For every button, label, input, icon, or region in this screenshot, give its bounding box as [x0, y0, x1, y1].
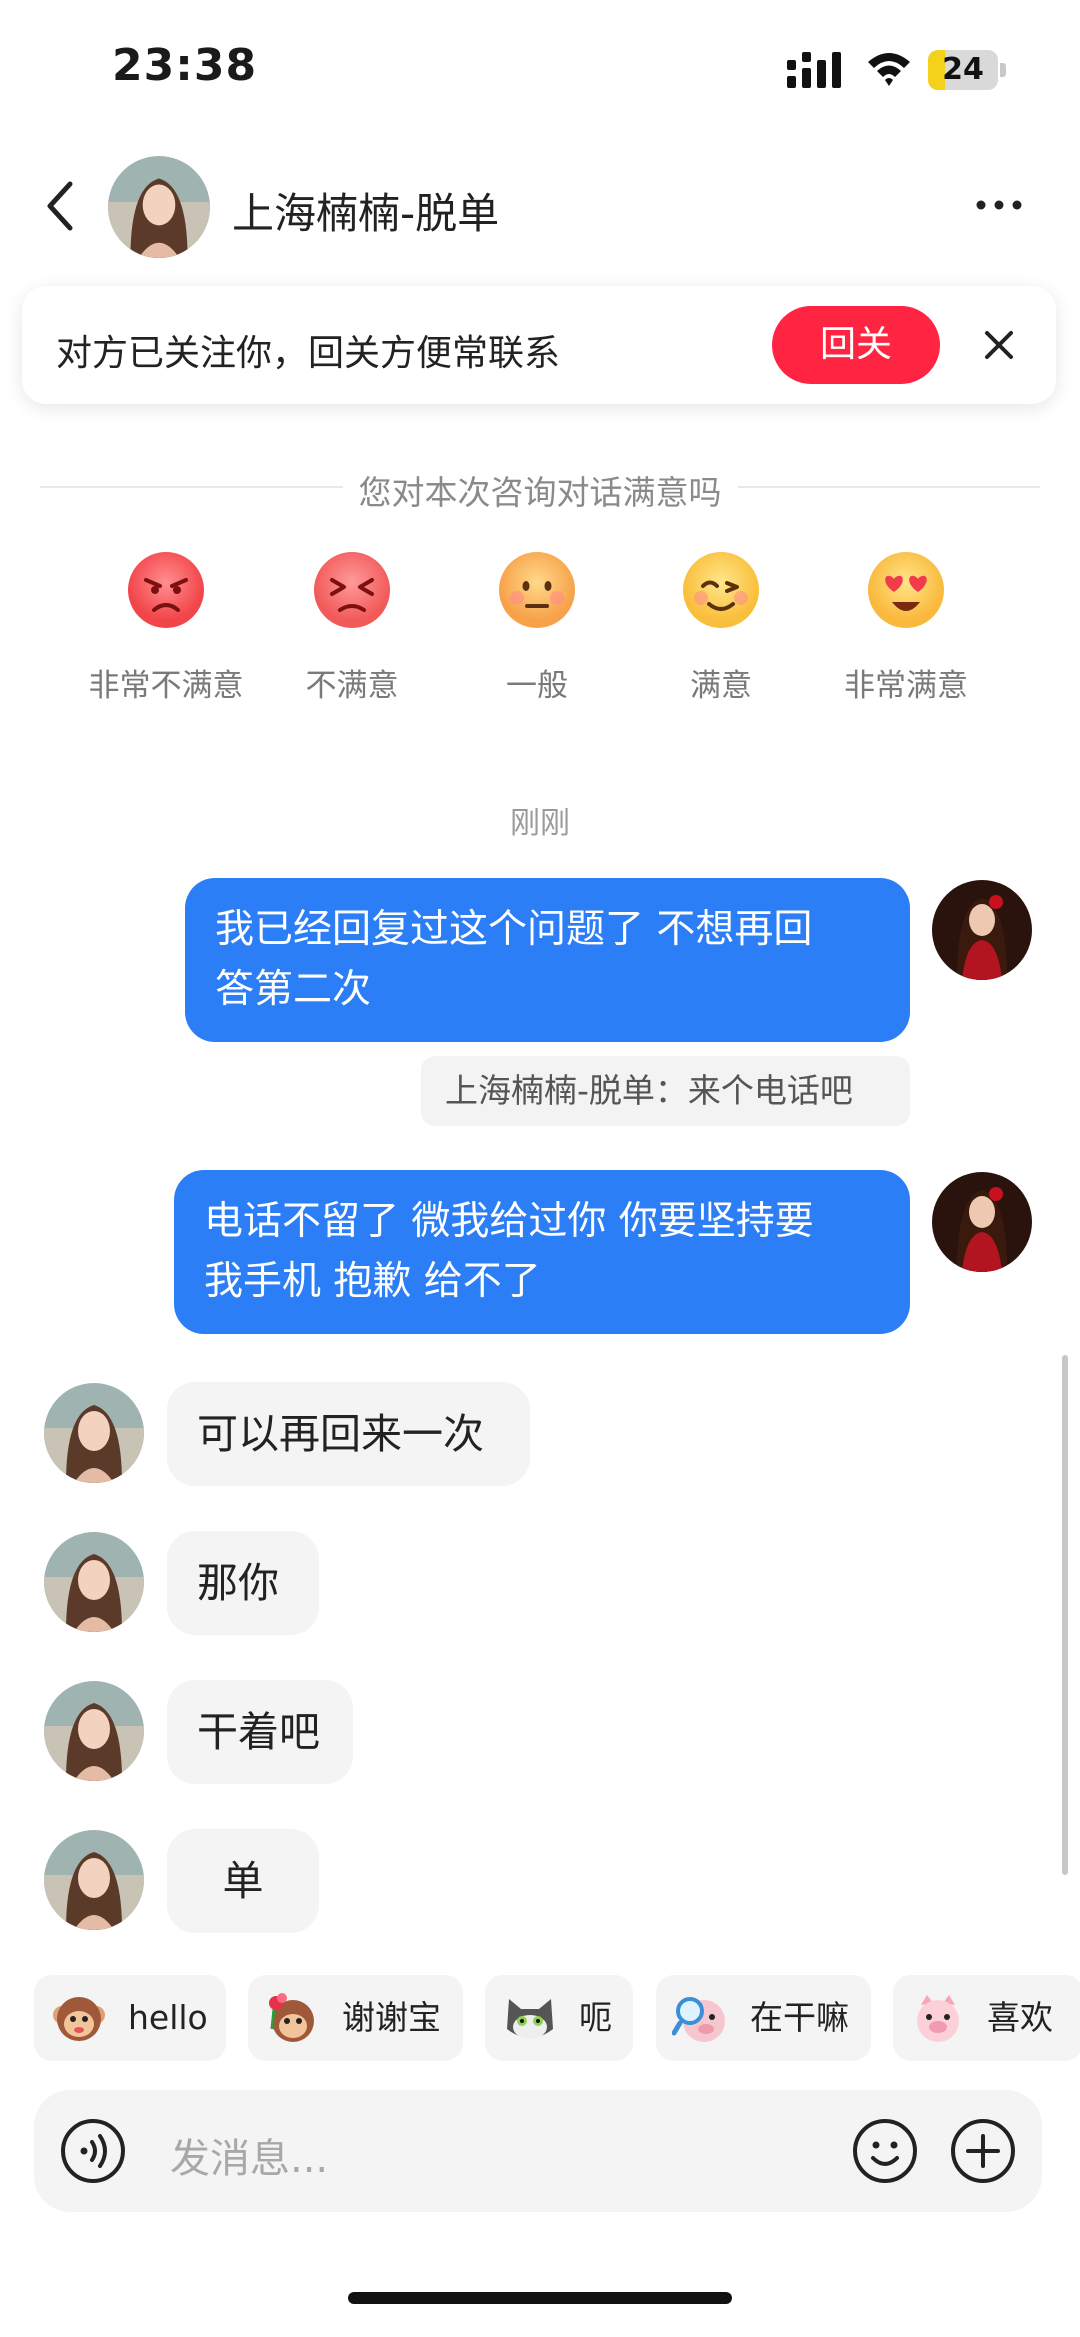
monkey-hello-icon: [53, 1997, 105, 2041]
message-input[interactable]: 发消息...: [170, 2126, 328, 2184]
emoji-icon[interactable]: [852, 2118, 918, 2184]
rating-label: 非常满意: [844, 668, 968, 704]
battery-level: 24: [942, 52, 984, 87]
rating-label: 一般: [506, 668, 568, 704]
close-icon[interactable]: [978, 324, 1020, 366]
sticker-label: hello: [128, 1998, 208, 2037]
message-line: 我手机 抱歉 给不了: [204, 1259, 541, 1304]
contact-avatar[interactable]: [44, 1830, 144, 1930]
contact-avatar[interactable]: [44, 1383, 144, 1483]
magnifier-pig-icon: [672, 1997, 725, 2042]
scrollbar[interactable]: [1062, 1355, 1068, 1875]
message-input-bar: 发消息...: [34, 2090, 1042, 2212]
very-angry-face-icon: [128, 552, 204, 628]
sticker-label: 呃: [579, 1998, 612, 2037]
outgoing-message[interactable]: 电话不留了 微我给过你 你要坚持要 我手机 抱歉 给不了: [174, 1170, 910, 1334]
sticker-label: 在干嘛: [750, 1998, 849, 2037]
message-line: 答第二次: [215, 967, 372, 1012]
incoming-message[interactable]: 那你: [167, 1531, 319, 1635]
sticker-chip-what-doing[interactable]: 在干嘛: [656, 1975, 871, 2061]
message-timestamp: 刚刚: [510, 806, 570, 841]
sticker-chip-like[interactable]: 喜欢: [893, 1975, 1080, 2061]
chevron-left-icon[interactable]: [40, 178, 80, 234]
rating-satisfied[interactable]: 满意: [621, 550, 821, 705]
monkey-flower-icon: [269, 1993, 314, 2042]
my-avatar[interactable]: [932, 880, 1032, 980]
incoming-message[interactable]: 单: [167, 1829, 319, 1933]
home-indicator[interactable]: [348, 2292, 732, 2304]
annoyed-face-icon: [314, 552, 390, 628]
pig-icon: [917, 1995, 959, 2042]
smile-face-icon: [683, 552, 759, 628]
sticker-chip-hello[interactable]: hello: [34, 1975, 226, 2061]
incoming-message[interactable]: 可以再回来一次: [167, 1382, 530, 1486]
rating-neutral[interactable]: 一般: [437, 550, 637, 705]
contact-avatar[interactable]: [44, 1681, 144, 1781]
follow-banner: 对方已关注你，回关方便常联系 回关: [22, 286, 1056, 404]
cat-icon: [507, 1999, 553, 2039]
follow-banner-text: 对方已关注你，回关方便常联系: [56, 333, 561, 374]
contact-avatar[interactable]: [108, 156, 210, 258]
sticker-label: 喜欢: [987, 1998, 1053, 2037]
message-line: 我已经回复过这个问题了 不想再回: [215, 907, 813, 952]
rating-very-unsatisfied[interactable]: 非常不满意: [66, 550, 266, 705]
rating-label: 不满意: [305, 668, 399, 704]
my-avatar[interactable]: [932, 1172, 1032, 1272]
plus-icon[interactable]: [950, 2118, 1016, 2184]
survey-title: 您对本次咨询对话满意吗: [0, 466, 1080, 514]
neutral-face-icon: [499, 552, 575, 628]
contact-avatar[interactable]: [44, 1532, 144, 1632]
signal-icon: [787, 52, 841, 88]
more-icon[interactable]: [975, 195, 1023, 215]
battery-icon: 24: [928, 50, 1006, 90]
outgoing-message[interactable]: 我已经回复过这个问题了 不想再回 答第二次: [185, 878, 910, 1042]
rating-label: 非常不满意: [88, 668, 244, 704]
status-time: 23:38: [112, 40, 258, 91]
sticker-label: 谢谢宝: [342, 1998, 441, 2037]
sticker-chip-uh[interactable]: 呃: [485, 1975, 633, 2061]
wifi-icon: [868, 53, 910, 86]
rating-very-satisfied[interactable]: 非常满意: [806, 550, 1006, 705]
voice-icon[interactable]: [60, 2118, 126, 2184]
message-line: 电话不留了 微我给过你 你要坚持要: [204, 1199, 814, 1244]
rating-label: 满意: [690, 668, 752, 704]
quoted-message[interactable]: 上海楠楠-脱单：来个电话吧: [421, 1056, 910, 1126]
incoming-message[interactable]: 干着吧: [167, 1680, 353, 1784]
heart-eyes-face-icon: [868, 552, 944, 628]
follow-back-button[interactable]: 回关: [772, 306, 940, 384]
sticker-chip-thanks[interactable]: 谢谢宝: [248, 1975, 463, 2061]
contact-name: 上海楠楠-脱单: [232, 189, 500, 238]
rating-unsatisfied[interactable]: 不满意: [252, 550, 452, 705]
